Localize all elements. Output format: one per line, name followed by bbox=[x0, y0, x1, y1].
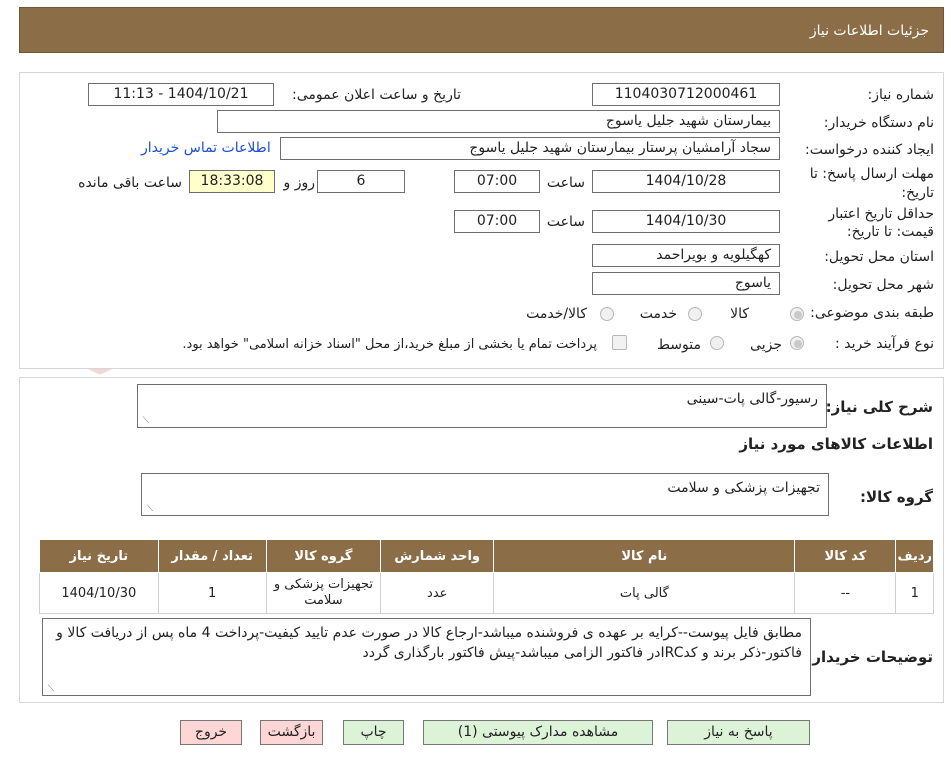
goods-group-text: تجهیزات پزشکی و سلامت bbox=[667, 480, 820, 496]
cell-goods-name: گالی پات bbox=[493, 572, 796, 614]
request-creator-label: ایجاد کننده درخواست: bbox=[805, 142, 934, 158]
col-header-goods-group: گروه کالا bbox=[265, 539, 382, 573]
deadline-label-date: تاریخ: bbox=[901, 185, 934, 201]
col-header-need-date: تاریخ نیاز bbox=[39, 539, 159, 573]
resize-grip-icon[interactable]: ⟋ bbox=[145, 505, 153, 514]
goods-info-title: اطلاعات کالاهای مورد نیاز bbox=[739, 435, 933, 453]
general-description-box: رسیور-گالی پات-سینی ⟋ bbox=[137, 384, 827, 428]
cell-quantity: 1 bbox=[157, 572, 267, 614]
page-title: جزئیات اطلاعات نیاز bbox=[809, 23, 929, 39]
remaining-time-field: 18:33:08 bbox=[189, 170, 275, 193]
need-number-field: 1104030712000461 bbox=[592, 83, 780, 106]
col-header-quantity: تعداد / مقدار bbox=[157, 539, 267, 573]
buyer-org-field: بیمارستان شهید جلیل یاسوج bbox=[217, 110, 780, 133]
category-radio-goods[interactable] bbox=[790, 307, 804, 321]
category-option-service: خدمت bbox=[639, 306, 677, 322]
buyer-org-label: نام دستگاه خریدار: bbox=[823, 115, 934, 131]
print-button[interactable]: چاپ bbox=[343, 720, 404, 745]
cell-row-number: 1 bbox=[895, 572, 934, 614]
category-option-goods: کالا bbox=[730, 306, 749, 322]
buyer-notes-text: مطابق فایل پیوست--کرایه بر عهده ی فروشند… bbox=[56, 625, 802, 661]
cell-goods-group: تجهیزات پزشکی و سلامت bbox=[265, 572, 382, 614]
category-option-goods-service: کالا/خدمت bbox=[526, 306, 587, 322]
general-description-text: رسیور-گالی پات-سینی bbox=[686, 391, 818, 407]
col-header-unit: واحد شمارش bbox=[380, 539, 495, 573]
days-label: روز و bbox=[283, 175, 316, 191]
table-header-row: ردیف کد کالا نام کالا واحد شمارش گروه کا… bbox=[39, 539, 934, 573]
resize-grip-icon[interactable]: ⟋ bbox=[46, 685, 54, 694]
request-creator-field: سجاد آرامشیان پرستار بیمارستان شهید جلیل… bbox=[280, 137, 780, 160]
process-option-medium: متوسط bbox=[657, 337, 701, 353]
back-button[interactable]: بازگشت bbox=[260, 720, 323, 745]
goods-table: ردیف کد کالا نام کالا واحد شمارش گروه کا… bbox=[39, 539, 934, 614]
category-label: طبقه بندی موضوعی: bbox=[810, 305, 934, 321]
deadline-time-field: 07:00 bbox=[454, 170, 540, 193]
col-header-goods-name: نام کالا bbox=[493, 539, 796, 573]
goods-group-box: تجهیزات پزشکی و سلامت ⟋ bbox=[141, 473, 829, 516]
buyer-notes-label: توضیحات خریدار: bbox=[806, 648, 933, 666]
validity-label-date: قیمت: تا تاریخ: bbox=[846, 224, 934, 240]
exit-button[interactable]: خروج bbox=[180, 720, 242, 745]
cell-need-date: 1404/10/30 bbox=[39, 572, 159, 614]
col-header-goods-code: کد کالا bbox=[794, 539, 897, 573]
days-remaining-field: 6 bbox=[317, 170, 405, 193]
process-radio-medium[interactable] bbox=[710, 336, 724, 350]
delivery-province-label: استان محل تحویل: bbox=[824, 249, 934, 265]
page-header: جزئیات اطلاعات نیاز bbox=[19, 7, 944, 53]
goods-group-label: گروه کالا: bbox=[860, 488, 933, 506]
cell-goods-code: -- bbox=[794, 572, 897, 614]
process-radio-minor[interactable] bbox=[790, 336, 804, 350]
deadline-time-label: ساعت bbox=[546, 175, 585, 191]
col-header-row-number: ردیف bbox=[895, 539, 934, 573]
process-option-minor: جزیی bbox=[750, 337, 782, 353]
need-number-label: شماره نیاز: bbox=[867, 87, 935, 103]
delivery-city-field: یاسوج bbox=[592, 272, 780, 295]
deadline-label: مهلت ارسال پاسخ: تا bbox=[809, 166, 934, 182]
treasury-checkbox[interactable] bbox=[612, 335, 627, 350]
announce-datetime-label: تاریخ و ساعت اعلان عمومی: bbox=[292, 87, 461, 103]
validity-label: حداقل تاریخ اعتبار bbox=[828, 206, 934, 222]
treasury-note: پرداخت تمام یا بخشی از مبلغ خرید،از محل … bbox=[182, 337, 597, 352]
view-attachments-button[interactable]: مشاهده مدارک پیوستی (1) bbox=[423, 720, 653, 745]
table-row: 1 -- گالی پات عدد تجهیزات پزشکی و سلامت … bbox=[39, 572, 934, 614]
announce-datetime-field: 1404/10/21 - 11:13 bbox=[88, 83, 274, 106]
buyer-notes-box: مطابق فایل پیوست--کرایه بر عهده ی فروشند… bbox=[42, 618, 811, 696]
category-radio-goods-service[interactable] bbox=[600, 307, 614, 321]
deadline-date-field: 1404/10/28 bbox=[592, 170, 780, 193]
buyer-contact-link[interactable]: اطلاعات تماس خریدار bbox=[141, 140, 271, 156]
delivery-city-label: شهر محل تحویل: bbox=[832, 277, 934, 293]
validity-date-field: 1404/10/30 bbox=[592, 210, 780, 233]
purchase-process-label: نوع فرآیند خرید : bbox=[835, 336, 934, 352]
cell-unit: عدد bbox=[380, 572, 495, 614]
category-radio-service[interactable] bbox=[688, 307, 702, 321]
validity-time-label: ساعت bbox=[546, 214, 585, 230]
general-description-label: شرح کلی نیاز: bbox=[825, 398, 933, 416]
resize-grip-icon[interactable]: ⟋ bbox=[141, 417, 149, 426]
remaining-time-label: ساعت باقی مانده bbox=[78, 175, 182, 191]
delivery-province-field: کهگیلویه و بویراحمد bbox=[592, 244, 780, 267]
reply-button[interactable]: پاسخ به نیاز bbox=[667, 720, 810, 745]
validity-time-field: 07:00 bbox=[454, 210, 540, 233]
